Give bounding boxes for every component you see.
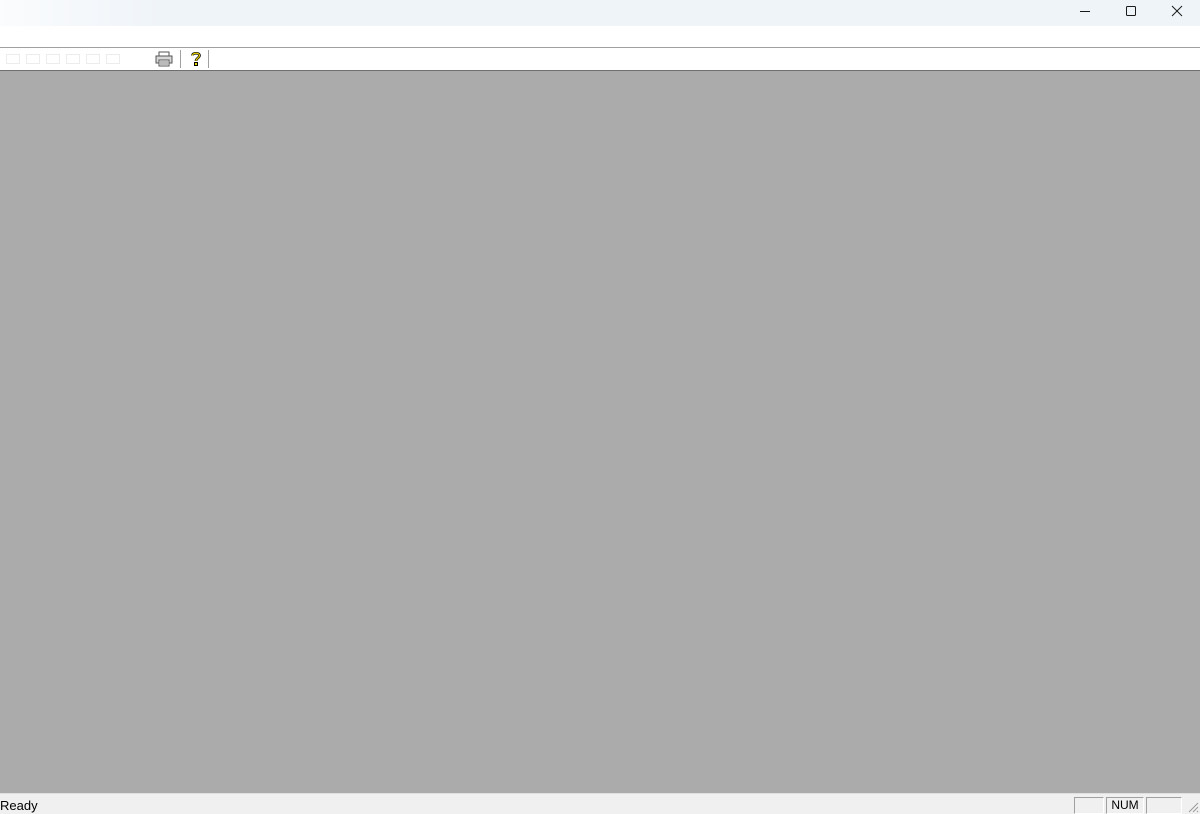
mdi-client-area[interactable]: [0, 71, 1200, 793]
faded-toolbar-buttons: [0, 50, 156, 68]
resize-grip-icon[interactable]: [1187, 801, 1199, 813]
status-pane-num: NUM: [1106, 797, 1144, 814]
toolbar-separator: [180, 50, 181, 68]
maximize-icon: [1126, 6, 1136, 16]
status-pane-caps: [1074, 797, 1104, 814]
faded-toolbar-icon: [106, 54, 120, 64]
faded-toolbar-icon: [6, 54, 20, 64]
status-bar: Ready NUM: [0, 793, 1200, 814]
print-icon: [155, 51, 173, 67]
status-message: Ready: [0, 798, 38, 813]
close-icon: [1171, 5, 1183, 17]
status-pane-scroll: [1146, 797, 1182, 814]
title-area: [0, 0, 165, 26]
app-window: Ready NUM: [0, 0, 1200, 814]
faded-toolbar-icon: [46, 54, 60, 64]
print-button[interactable]: [152, 49, 176, 69]
faded-toolbar-icon: [26, 54, 40, 64]
faded-toolbar-icon: [86, 54, 100, 64]
minimize-button[interactable]: [1062, 0, 1108, 22]
faded-toolbar-icon: [66, 54, 80, 64]
help-button[interactable]: [184, 49, 208, 69]
toolbar-separator: [208, 50, 209, 68]
help-icon: [191, 51, 201, 66]
title-bar[interactable]: [0, 0, 1200, 26]
menu-bar[interactable]: [0, 26, 1200, 47]
close-button[interactable]: [1154, 0, 1200, 22]
minimize-icon: [1080, 11, 1090, 12]
maximize-button[interactable]: [1108, 0, 1154, 22]
toolbar: [0, 47, 1200, 71]
